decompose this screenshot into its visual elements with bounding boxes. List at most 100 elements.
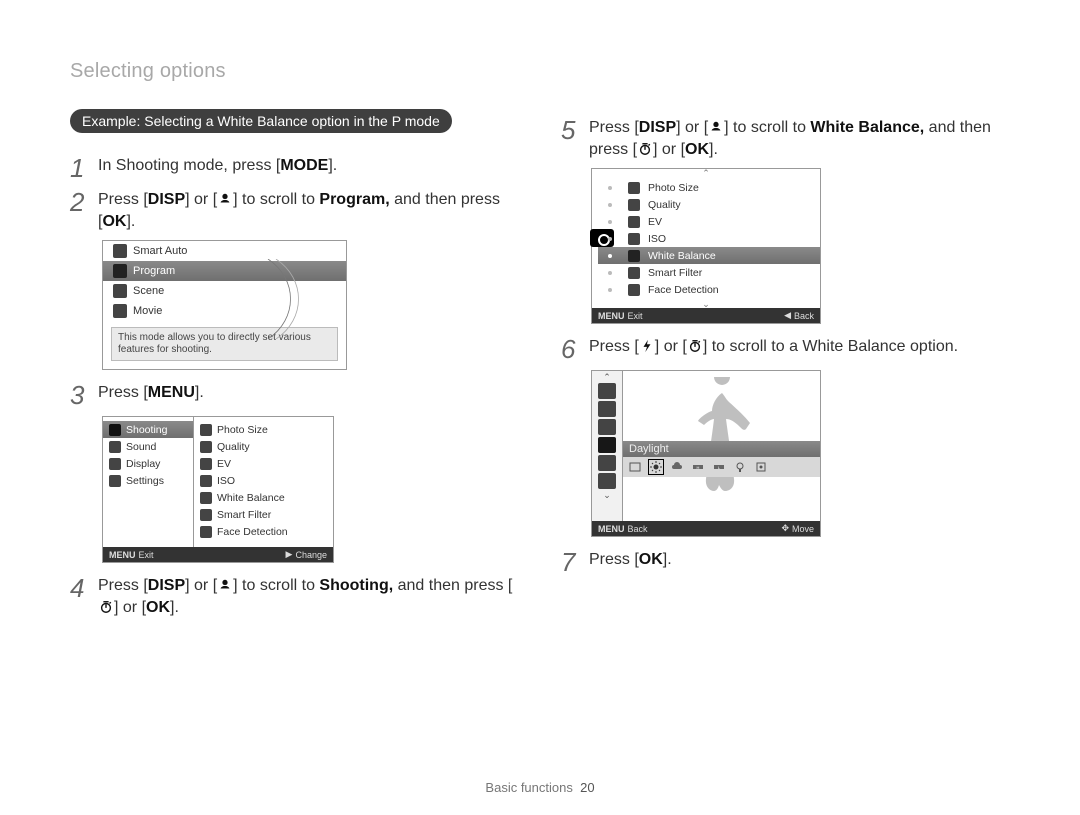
ok-button-label: OK: [685, 141, 709, 158]
example-pill: Example: Selecting a White Balance optio…: [70, 109, 452, 133]
step-text: Press [DISP] or [] to scroll to White Ba…: [589, 117, 1010, 160]
menu-footer-btn: MENU: [109, 550, 136, 560]
step-text: Press [DISP] or [] to scroll to Program,…: [98, 189, 519, 232]
disp-button-label: DISP: [639, 119, 676, 136]
wb-options-row: H L: [623, 457, 820, 477]
opt-ev: EV: [598, 213, 820, 230]
footer-page-number: 20: [580, 780, 594, 795]
opt-face-detection: Face Detection: [598, 281, 820, 298]
smart-auto-icon: [113, 244, 127, 258]
photo-size-icon: [200, 424, 212, 436]
menu-sound: Sound: [103, 438, 193, 455]
chevron-down-icon: ⌄: [592, 300, 820, 308]
wb-awb-icon: [629, 461, 641, 473]
mode-button-label: MODE: [280, 157, 328, 174]
smart-filter-icon: [628, 267, 640, 279]
screenshot-footer: MENUBack ✥Move: [592, 521, 820, 536]
photo-size-icon: [628, 182, 640, 194]
timer-right-icon: [99, 600, 113, 614]
white-balance-label: White Balance,: [810, 119, 924, 136]
chevron-up-icon: ⌃: [603, 373, 611, 381]
step-3: 3 Press [MENU].: [70, 382, 519, 408]
step-4: 4 Press [DISP] or [] to scroll to Shooti…: [70, 575, 519, 618]
mode-row-program: Program: [103, 261, 346, 281]
ok-button-label: OK: [102, 213, 126, 230]
camera-icon: [109, 424, 121, 436]
wb-fluorescent-l-icon: L: [713, 461, 725, 473]
opt-smart-filter: Smart Filter: [598, 264, 820, 281]
step-text: Press [] or [] to scroll to a White Bala…: [589, 336, 958, 358]
macro-down-icon: [218, 192, 232, 206]
menu-right-pane: Photo Size Quality EV ISO White Balance …: [194, 417, 333, 547]
face-detection-icon: [200, 526, 212, 538]
left-column: Example: Selecting a White Balance optio…: [70, 109, 519, 626]
program-label: Program,: [319, 191, 389, 208]
opt-smart-filter: Smart Filter: [194, 506, 333, 523]
step-7: 7 Press [OK].: [561, 549, 1010, 575]
left-arrow-icon: ◀: [784, 310, 791, 321]
display-icon: [109, 458, 121, 470]
step-text: Press [DISP] or [] to scroll to Shooting…: [98, 575, 519, 618]
opt-white-balance: White Balance: [598, 247, 820, 264]
chevron-up-icon: ⌃: [592, 169, 820, 177]
opt-iso: ISO: [194, 472, 333, 489]
menu-settings: Settings: [103, 472, 193, 489]
timer-right-icon: [688, 339, 702, 353]
macro-down-icon: [709, 120, 723, 134]
wb-tungsten-icon: [734, 461, 746, 473]
mode-row-smart-auto: Smart Auto: [103, 241, 346, 261]
menu-footer-btn: MENU: [598, 524, 625, 534]
opt-white-balance: White Balance: [194, 489, 333, 506]
page-footer: Basic functions 20: [0, 780, 1080, 795]
opt-face-detection: Face Detection: [194, 523, 333, 540]
quality-icon: [628, 199, 640, 211]
opt-quality: Quality: [598, 196, 820, 213]
wb-side-icon-6: [598, 473, 616, 489]
smart-filter-icon: [200, 509, 212, 521]
wb-side-icon-2: [598, 401, 616, 417]
wb-custom-icon: [755, 461, 767, 473]
menu-button-label: MENU: [148, 384, 195, 401]
menu-screenshot: Shooting Sound Display Settings Photo Si…: [102, 416, 334, 563]
menu-footer-btn: MENU: [598, 311, 625, 321]
page-title: Selecting options: [70, 60, 1010, 83]
iso-icon: [200, 475, 212, 487]
opt-quality: Quality: [194, 438, 333, 455]
step-text: In Shooting mode, press [MODE].: [98, 155, 337, 177]
settings-icon: [109, 475, 121, 487]
menu-shooting: Shooting: [103, 421, 193, 438]
wb-picker-screenshot: ⌃ ⌄ Daylight: [591, 370, 821, 537]
sound-icon: [109, 441, 121, 453]
step-text: Press [OK].: [589, 549, 672, 571]
ev-icon: [628, 216, 640, 228]
menu-display: Display: [103, 455, 193, 472]
chevron-down-icon: ⌄: [603, 491, 611, 499]
step-number: 1: [70, 155, 98, 181]
movie-icon: [113, 304, 127, 318]
scene-icon: [113, 284, 127, 298]
screenshot-footer: MENUExit ▶Change: [103, 547, 333, 562]
move-icon: ✥: [781, 523, 789, 534]
face-detection-icon: [628, 284, 640, 296]
program-icon: [113, 264, 127, 278]
wb-side-icon-3: [598, 419, 616, 435]
step-number: 6: [561, 336, 589, 362]
flash-left-icon: [640, 339, 654, 353]
options-list-screenshot: ⌃ Photo Size Quality EV ISO White Balanc…: [591, 168, 821, 324]
iso-icon: [628, 233, 640, 245]
white-balance-icon: [200, 492, 212, 504]
screenshot-footer: MENUExit ◀Back: [592, 308, 820, 323]
wb-daylight-icon: [650, 461, 662, 473]
footer-section: Basic functions: [485, 780, 572, 795]
step-5: 5 Press [DISP] or [] to scroll to White …: [561, 117, 1010, 160]
ok-button-label: OK: [639, 551, 663, 568]
macro-down-icon: [218, 578, 232, 592]
white-balance-icon: [628, 250, 640, 262]
opt-photo-size: Photo Size: [598, 179, 820, 196]
wb-side-icon-4-selected: [598, 437, 616, 453]
menu-left-pane: Shooting Sound Display Settings: [103, 417, 194, 547]
step-1: 1 In Shooting mode, press [MODE].: [70, 155, 519, 181]
wb-fluorescent-h-icon: H: [692, 461, 704, 473]
step-number: 5: [561, 117, 589, 143]
step-number: 2: [70, 189, 98, 215]
